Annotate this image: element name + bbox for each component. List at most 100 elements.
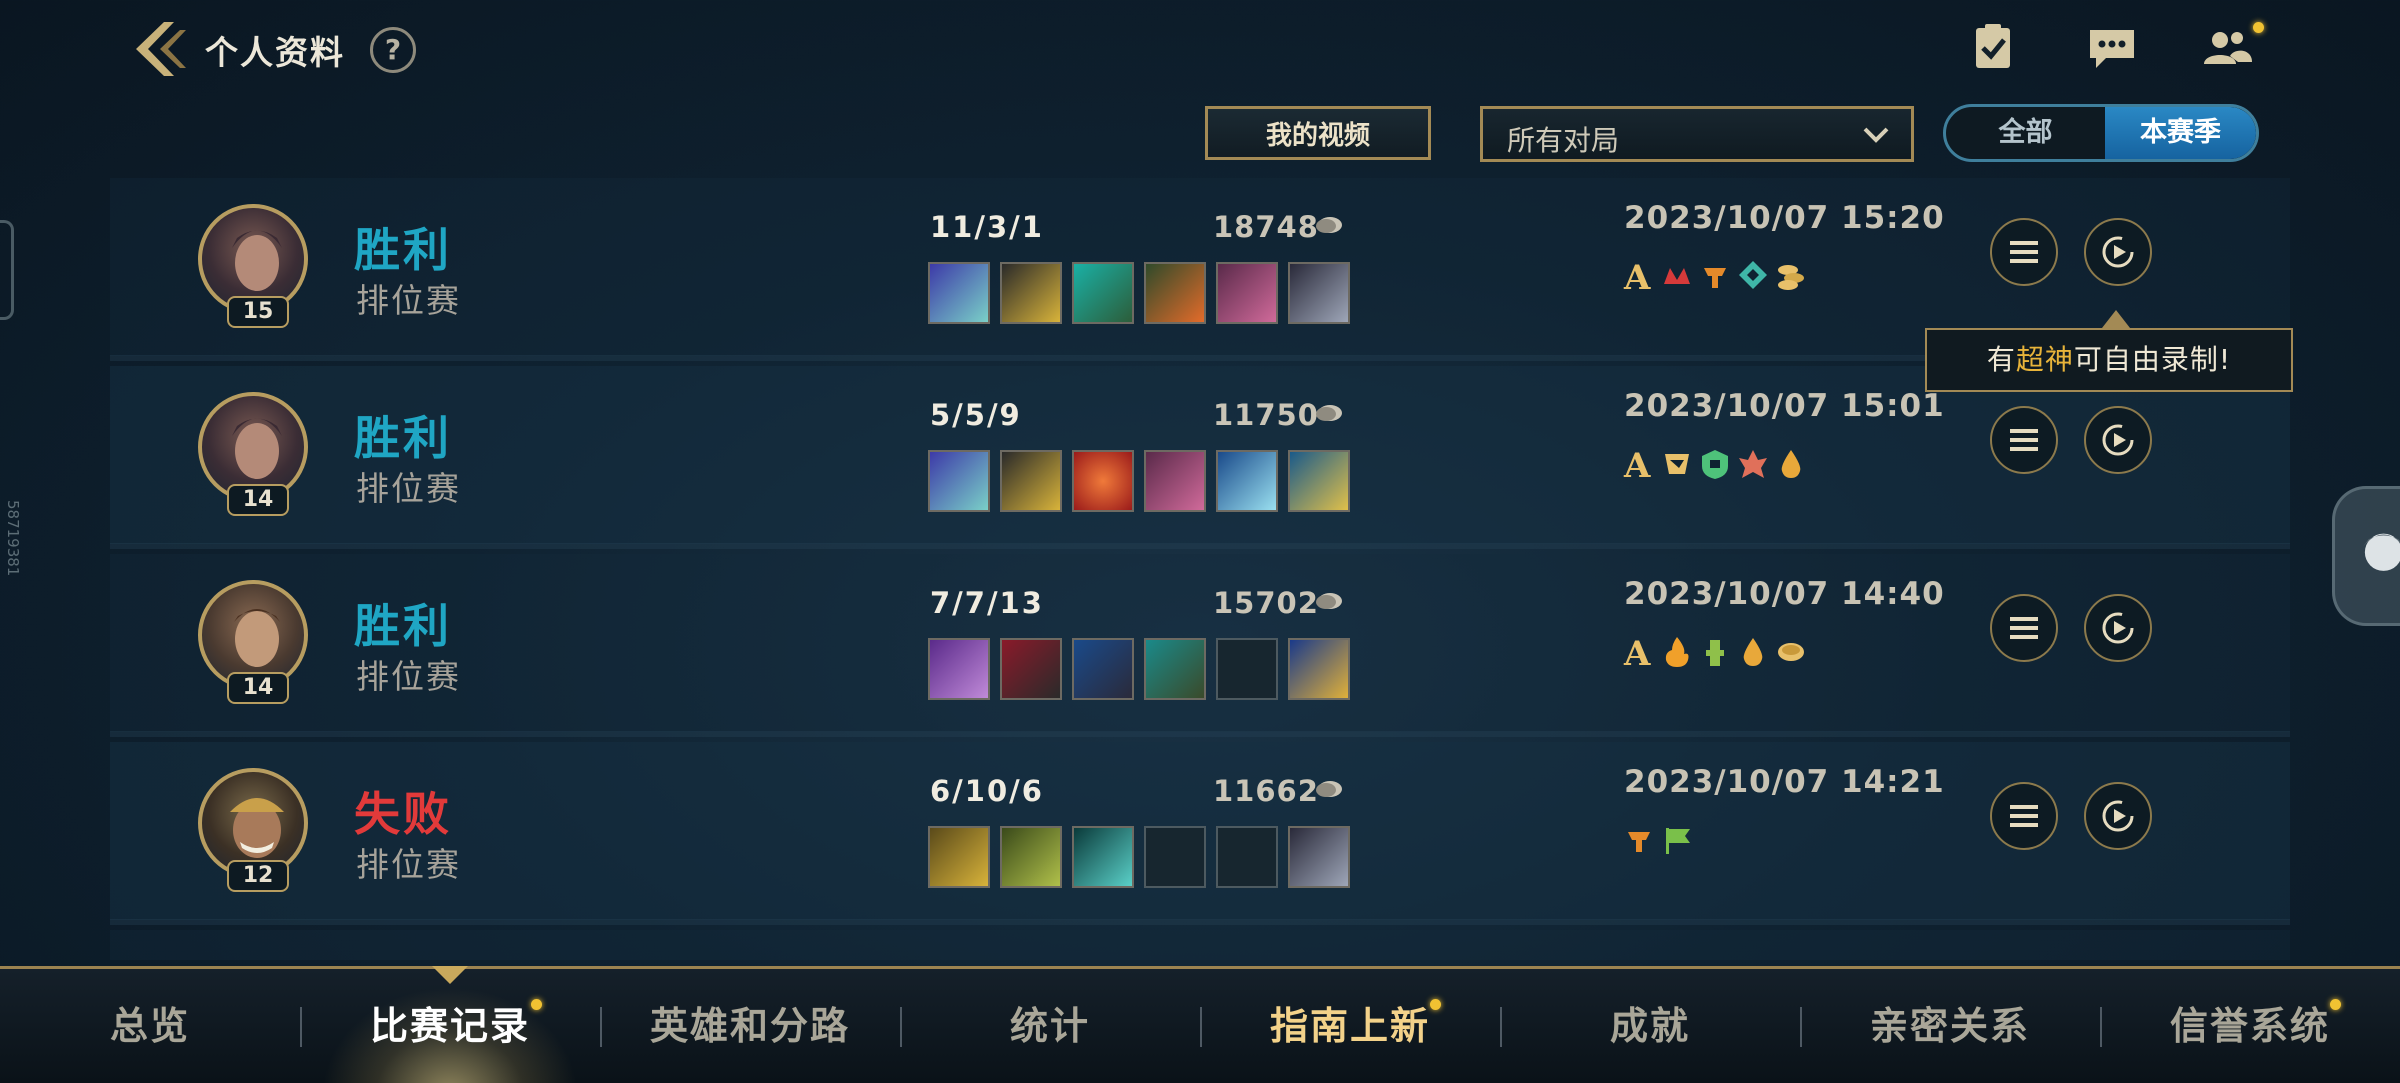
assist-icon [1665, 454, 1689, 474]
item-slot[interactable] [1072, 638, 1134, 700]
totem-icon [1706, 640, 1724, 666]
list-icon [2010, 805, 2038, 827]
match-detail-button[interactable] [1990, 594, 2058, 662]
gold-amount: 11750 [1213, 398, 1319, 432]
item-slot-empty[interactable] [1144, 826, 1206, 888]
clipboard-check-icon [1976, 24, 2010, 68]
replay-icon [2102, 612, 2134, 644]
tooltip-prefix: 有 [1986, 343, 2016, 376]
match-detail-button[interactable] [1990, 218, 2058, 286]
match-date: 2023/10/07 15:01 [1624, 388, 1945, 424]
kda-text: 11/3/1 [930, 210, 1044, 244]
tab-statistics[interactable]: 统计 [900, 969, 1200, 1083]
match-filter-dropdown[interactable]: 所有对局 [1480, 106, 1914, 162]
list-icon [2010, 617, 2038, 639]
match-result: 失败 [354, 787, 452, 841]
match-row[interactable]: 12 失败 排位赛 6/10/6 11662 2023/10/07 14:21 [110, 742, 2290, 925]
svg-text:A: A [1623, 258, 1651, 294]
match-replay-button[interactable] [2084, 406, 2152, 474]
match-replay-button[interactable] [2084, 782, 2152, 850]
item-slot[interactable] [1000, 450, 1062, 512]
item-slot[interactable] [1000, 638, 1062, 700]
match-row[interactable]: 14 胜利 排位赛 5/5/9 11750 2023/10/07 15:01 A [110, 366, 2290, 549]
item-slot[interactable] [928, 262, 990, 324]
item-slot[interactable] [1000, 826, 1062, 888]
my-videos-button[interactable]: 我的视频 [1205, 106, 1431, 160]
friends-button[interactable] [2200, 22, 2256, 72]
champion-level: 14 [227, 672, 289, 704]
chat-bubble-icon [2090, 30, 2134, 68]
item-slot[interactable] [1072, 262, 1134, 324]
tab-overview[interactable]: 总览 [0, 969, 300, 1083]
tasks-button[interactable] [1965, 22, 2021, 72]
tab-honor-system[interactable]: 信誉系统 [2100, 969, 2400, 1083]
match-row[interactable]: 14 胜利 排位赛 7/7/13 15702 2023/10/07 14:40 … [110, 554, 2290, 737]
tab-achievements[interactable]: 成就 [1500, 969, 1800, 1083]
match-date: 2023/10/07 15:20 [1624, 200, 1945, 236]
item-slot[interactable] [1216, 262, 1278, 324]
gold-amount: 15702 [1213, 586, 1319, 620]
nav-notification-dot [1430, 999, 1441, 1010]
item-slot[interactable] [1144, 262, 1206, 324]
item-slot[interactable] [1144, 450, 1206, 512]
kda-text: 7/7/13 [930, 586, 1044, 620]
chevron-down-icon [1863, 127, 1889, 143]
item-slot-trinket[interactable] [1288, 826, 1350, 888]
help-button[interactable]: ? [370, 27, 416, 73]
match-detail-button[interactable] [1990, 782, 2058, 850]
a-grade-icon: A [1623, 258, 1651, 294]
record-tooltip: 有超神可自由录制! [1925, 328, 2293, 392]
list-icon [2010, 429, 2038, 451]
match-mode: 排位赛 [356, 281, 461, 320]
nav-notification-dot [2330, 999, 2341, 1010]
nav-notification-dot [531, 999, 542, 1010]
tab-guides[interactable]: 指南上新 [1200, 969, 1500, 1083]
segment-season[interactable]: 本赛季 [2105, 107, 2256, 159]
match-row[interactable] [110, 930, 2290, 960]
triple-kill-icon [1664, 268, 1690, 284]
match-replay-button[interactable] [2084, 594, 2152, 662]
replay-icon [2102, 800, 2134, 832]
item-slot[interactable] [928, 450, 990, 512]
tab-champions-lanes[interactable]: 英雄和分路 [600, 969, 900, 1083]
champion-level: 12 [227, 860, 289, 892]
match-mode: 排位赛 [356, 469, 461, 508]
chat-button[interactable] [2084, 22, 2140, 72]
item-slot[interactable] [1072, 826, 1134, 888]
tower-icon [1628, 832, 1650, 852]
tooltip-suffix: 可自由录制! [2073, 343, 2232, 376]
tooltip-arrow [2102, 310, 2130, 328]
gold-amount: 18748 [1213, 210, 1319, 244]
item-slot[interactable] [1144, 638, 1206, 700]
gold-stack-icon [1778, 265, 1804, 290]
item-slot[interactable] [928, 638, 990, 700]
tab-relationships[interactable]: 亲密关系 [1800, 969, 2100, 1083]
match-mode: 排位赛 [356, 657, 461, 696]
tower-icon [1704, 268, 1726, 288]
drop-icon [1781, 450, 1801, 478]
ward-icon [1702, 450, 1728, 479]
left-drawer-handle[interactable] [0, 220, 14, 320]
item-slot[interactable] [1216, 450, 1278, 512]
page-title: 个人资料 [205, 33, 345, 72]
tab-match-history[interactable]: 比赛记录 [300, 969, 600, 1083]
item-slot[interactable] [1000, 262, 1062, 324]
flag-icon [1666, 828, 1690, 854]
item-slot-trinket[interactable] [1288, 638, 1350, 700]
item-slot-empty[interactable] [1216, 638, 1278, 700]
match-filter-value: 所有对局 [1507, 124, 1620, 157]
row-divider [110, 731, 2290, 737]
match-result: 胜利 [354, 223, 452, 277]
item-slot-empty[interactable] [1216, 826, 1278, 888]
back-button[interactable] [130, 18, 190, 80]
match-replay-button[interactable] [2084, 218, 2152, 286]
svg-text:A: A [1623, 634, 1651, 670]
item-slot-trinket[interactable] [1288, 450, 1350, 512]
segment-all[interactable]: 全部 [1946, 107, 2105, 159]
coin-icon [1778, 643, 1804, 661]
side-assistant-tab[interactable] [2332, 486, 2400, 626]
match-detail-button[interactable] [1990, 406, 2058, 474]
item-slot[interactable] [928, 826, 990, 888]
item-slot[interactable] [1072, 450, 1134, 512]
item-slot-trinket[interactable] [1288, 262, 1350, 324]
